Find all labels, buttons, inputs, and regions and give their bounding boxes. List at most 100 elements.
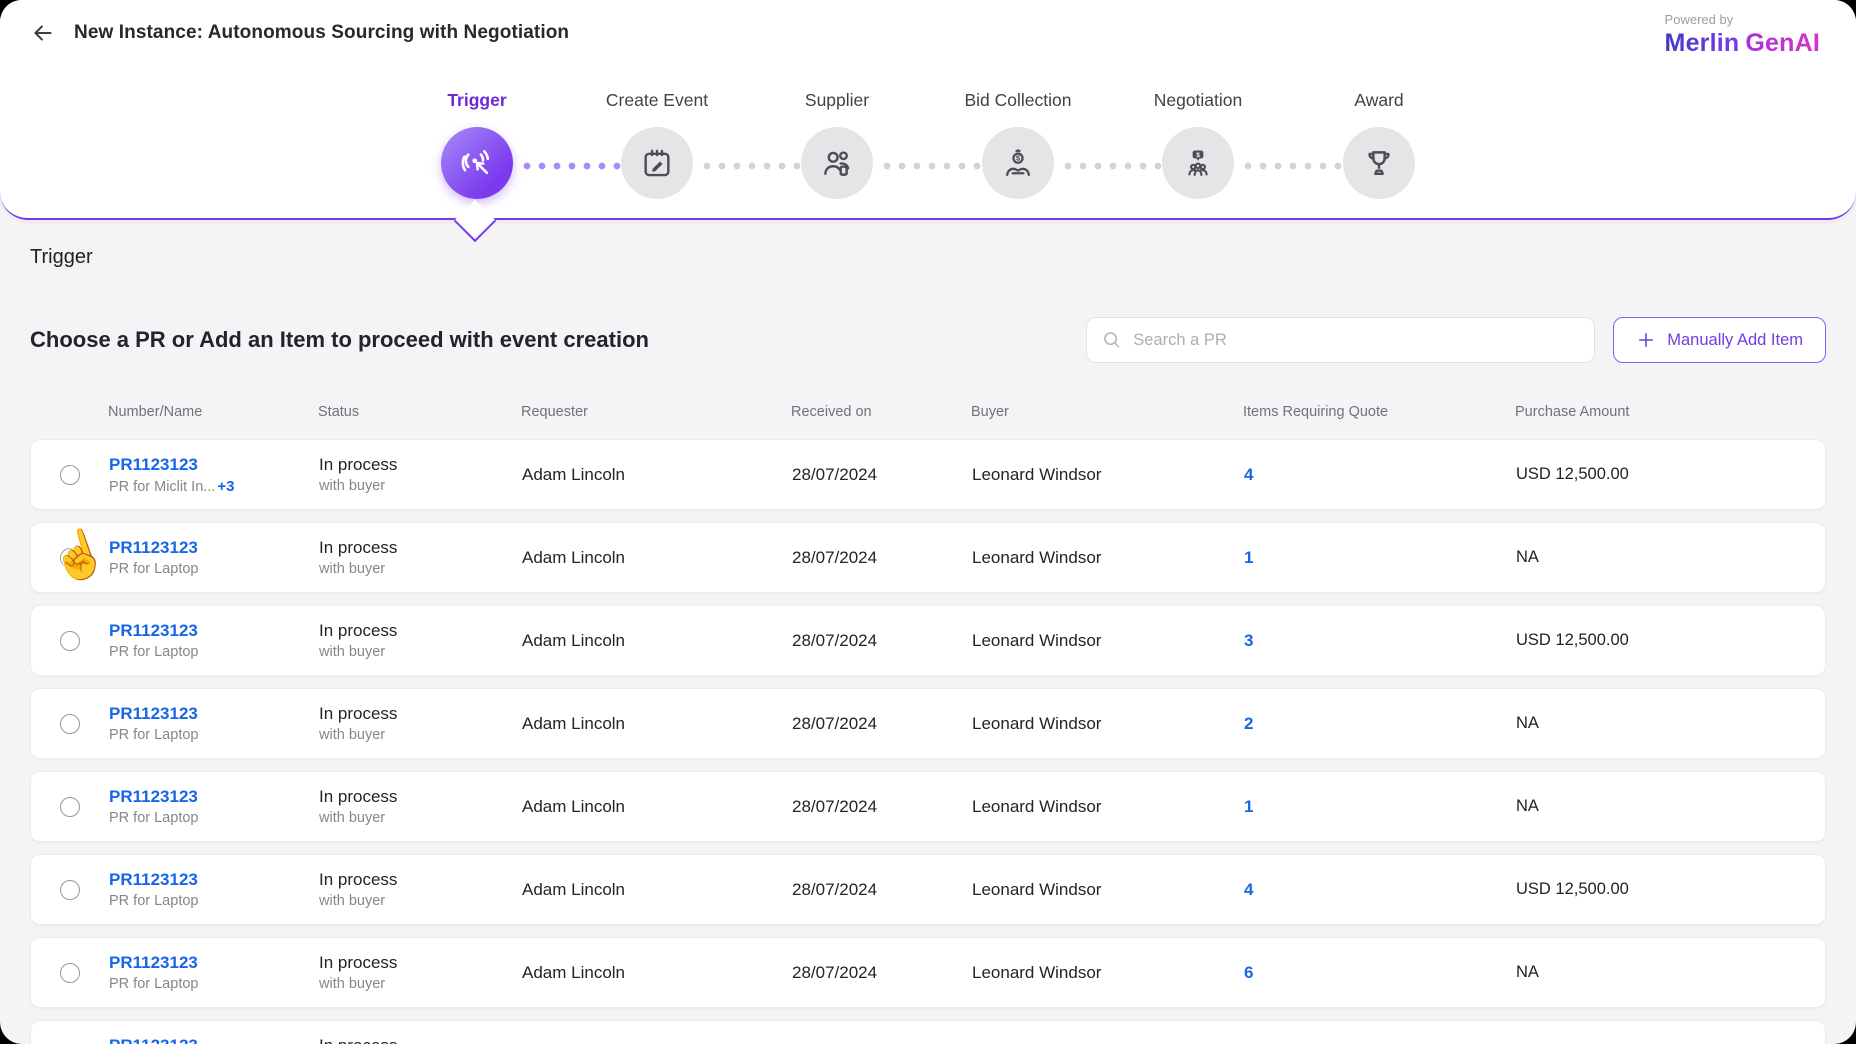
pr-number-link[interactable]: PR1123123 — [109, 870, 319, 890]
pr-name: PR for Laptop — [109, 893, 319, 909]
pr-number-link[interactable]: PR1123123 — [109, 704, 319, 724]
step-bid-collection-circle[interactable]: $ — [982, 127, 1054, 199]
pr-name: PR for Laptop — [109, 644, 319, 660]
items-quote-link[interactable]: 3 — [1244, 631, 1516, 651]
items-quote-link[interactable]: 6 — [1244, 963, 1516, 983]
pr-more-count[interactable]: +3 — [217, 478, 234, 495]
received-on-cell: 28/07/2024 — [792, 548, 972, 568]
step-supplier-label: Supplier — [742, 90, 932, 111]
step-bid-collection: Bid Collection $ — [923, 90, 1113, 199]
pr-number-link[interactable]: PR1123123 — [109, 455, 319, 475]
buyer-cell: Leonard Windsor — [972, 880, 1244, 900]
step-create-event: Create Event — [562, 90, 752, 199]
status-text: In process — [319, 621, 522, 641]
back-button[interactable] — [28, 18, 58, 48]
pr-number-link[interactable]: PR1123123 — [109, 787, 319, 807]
purchase-amount-cell: NA — [1516, 548, 1825, 567]
table-header: Number/Name Status Requester Received on… — [30, 397, 1826, 427]
step-negotiation-circle[interactable]: $ — [1162, 127, 1234, 199]
requester-cell: Adam Lincoln — [522, 631, 792, 651]
pr-radio[interactable] — [60, 714, 80, 734]
pr-radio[interactable] — [60, 548, 80, 568]
pr-radio[interactable] — [60, 880, 80, 900]
col-items-requiring-quote: Items Requiring Quote — [1243, 404, 1515, 420]
status-subtext: with buyer — [319, 561, 522, 577]
pr-number-link[interactable]: PR1123123 — [109, 953, 319, 973]
trigger-target-icon — [459, 145, 495, 181]
col-requester: Requester — [521, 404, 791, 420]
table-row[interactable]: PR1123123 PR for Laptop In process with … — [30, 605, 1826, 676]
requester-cell: Adam Lincoln — [522, 797, 792, 817]
brand-logo: Powered by MerlinGenAI — [1665, 12, 1820, 60]
table-row[interactable]: PR1123123 PR for Laptop In process with … — [30, 771, 1826, 842]
step-supplier-circle[interactable] — [801, 127, 873, 199]
step-create-event-circle[interactable] — [621, 127, 693, 199]
requester-cell: Adam Lincoln — [522, 714, 792, 734]
status-subtext: with buyer — [319, 644, 522, 660]
search-pr — [1086, 317, 1595, 363]
received-on-cell: 28/07/2024 — [792, 797, 972, 817]
status-subtext: with buyer — [319, 727, 522, 743]
step-trigger-circle[interactable] — [441, 127, 513, 199]
pr-number-link[interactable]: PR1123123 — [109, 538, 319, 558]
hands-money-icon: $ — [1001, 146, 1035, 180]
received-on-cell: 28/07/2024 — [792, 880, 972, 900]
status-text: In process — [319, 787, 522, 807]
table-row[interactable]: PR1123123 PR for Laptop In process with … — [30, 688, 1826, 759]
items-quote-link[interactable]: 1 — [1244, 548, 1516, 568]
table-row[interactable]: PR1123123 PR for Laptop In process with … — [30, 937, 1826, 1008]
status-text: In process — [319, 704, 522, 724]
pr-number-link[interactable]: PR1123123 — [109, 1036, 319, 1044]
trophy-icon — [1362, 146, 1396, 180]
items-quote-link[interactable]: 4 — [1244, 880, 1516, 900]
items-quote-link[interactable]: 4 — [1244, 465, 1516, 485]
col-status: Status — [318, 404, 521, 420]
status-subtext: with buyer — [319, 976, 522, 992]
status-text: In process — [319, 538, 522, 558]
purchase-amount-cell: USD 12,500.00 — [1516, 880, 1825, 899]
choose-pr-subtitle: Choose a PR or Add an Item to proceed wi… — [30, 327, 649, 353]
table-row[interactable]: PR1123123 PR for Miclit In...+3 In proce… — [30, 439, 1826, 510]
pr-number-link[interactable]: PR1123123 — [109, 621, 319, 641]
purchase-amount-cell: NA — [1516, 797, 1825, 816]
pr-radio[interactable] — [60, 465, 80, 485]
app-window: New Instance: Autonomous Sourcing with N… — [0, 0, 1856, 1044]
page-title: New Instance: Autonomous Sourcing with N… — [74, 22, 569, 44]
buyer-cell: Leonard Windsor — [972, 631, 1244, 651]
items-quote-link[interactable]: 2 — [1244, 714, 1516, 734]
buyer-cell: Leonard Windsor — [972, 714, 1244, 734]
plus-icon — [1636, 330, 1656, 350]
table-row[interactable]: PR1123123 PR for Laptop In process with … — [30, 1020, 1826, 1044]
step-bid-collection-label: Bid Collection — [923, 90, 1113, 111]
received-on-cell: 28/07/2024 — [792, 714, 972, 734]
status-text: In process — [319, 455, 522, 475]
received-on-cell: 28/07/2024 — [792, 465, 972, 485]
brand-genai: GenAI — [1745, 29, 1820, 57]
app-header: New Instance: Autonomous Sourcing with N… — [0, 0, 1856, 66]
items-quote-link[interactable]: 1 — [1244, 797, 1516, 817]
col-buyer: Buyer — [971, 404, 1243, 420]
negotiation-bubble-icon: $ — [1181, 146, 1215, 180]
toolbar: Choose a PR or Add an Item to proceed wi… — [30, 317, 1826, 363]
step-create-event-label: Create Event — [562, 90, 752, 111]
pr-name: PR for Laptop — [109, 561, 319, 577]
purchase-amount-cell: NA — [1516, 963, 1825, 982]
pr-radio[interactable] — [60, 797, 80, 817]
search-input[interactable] — [1086, 317, 1595, 363]
table-row[interactable]: PR1123123 PR for Laptop In process with … — [30, 522, 1826, 593]
manually-add-item-button[interactable]: Manually Add Item — [1613, 317, 1826, 363]
pr-radio[interactable] — [60, 963, 80, 983]
buyer-cell: Leonard Windsor — [972, 465, 1244, 485]
step-award-label: Award — [1284, 90, 1474, 111]
pr-radio[interactable] — [60, 631, 80, 651]
buyer-cell: Leonard Windsor — [972, 548, 1244, 568]
pr-name: PR for Laptop — [109, 810, 319, 826]
pr-name: PR for Miclit In...+3 — [109, 478, 319, 495]
table-row[interactable]: PR1123123 PR for Laptop In process with … — [30, 854, 1826, 925]
step-award-circle[interactable] — [1343, 127, 1415, 199]
pr-name: PR for Laptop — [109, 727, 319, 743]
purchase-amount-cell: USD 12,500.00 — [1516, 465, 1825, 484]
status-text: In process — [319, 1036, 522, 1044]
step-negotiation-label: Negotiation — [1103, 90, 1293, 111]
status-subtext: with buyer — [319, 478, 522, 494]
